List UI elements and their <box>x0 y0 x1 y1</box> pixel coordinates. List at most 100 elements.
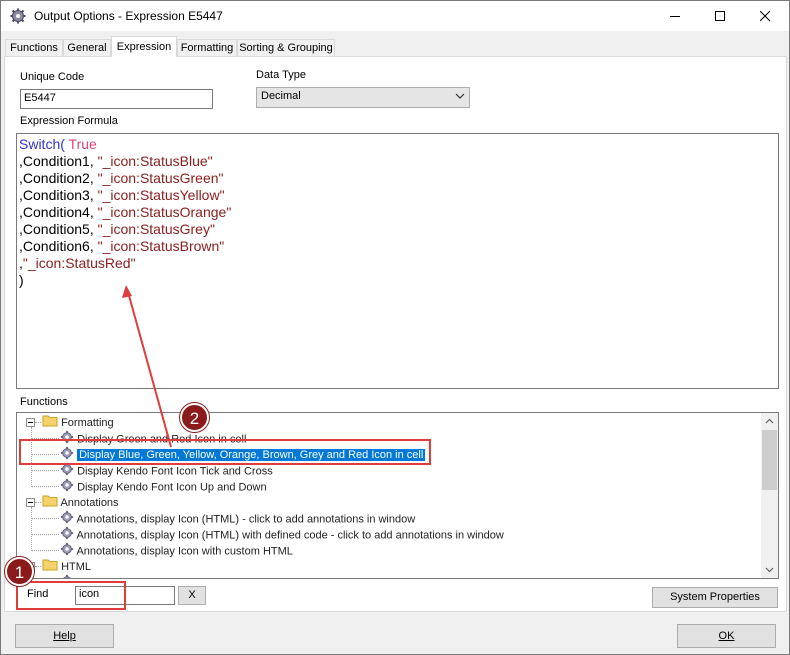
minimize-icon <box>670 16 680 17</box>
scroll-up-icon[interactable] <box>765 417 774 426</box>
formula-line: ,Condition3, "_icon:StatusYellow" <box>19 187 776 204</box>
data-type-label: Data Type <box>256 69 306 81</box>
formula-token: ,Condition2, <box>19 170 98 186</box>
title-bar: Output Options - Expression E5447 <box>1 1 789 31</box>
minimize-button[interactable] <box>653 1 698 31</box>
formula-token: "_icon:StatusRed" <box>22 255 136 271</box>
formula-token: "_icon:StatusGreen" <box>97 170 224 186</box>
close-button[interactable] <box>743 1 788 31</box>
tab-formatting[interactable]: Formatting <box>177 39 237 56</box>
functions-tree[interactable]: Formatting Display Green and Red Icon in… <box>16 412 779 579</box>
window-title: Output Options - Expression E5447 <box>34 9 223 23</box>
formula-lines: Switch( True ,Condition1, "_icon:StatusBl… <box>19 136 776 289</box>
formula-line: ,"_icon:StatusRed" <box>19 255 776 272</box>
output-options-window: Output Options - Expression E5447 Functi… <box>0 0 790 655</box>
formula-token: "_icon:StatusOrange" <box>97 204 232 220</box>
tree-connector <box>35 566 41 567</box>
help-label: Help <box>53 630 76 642</box>
tree-group-formatting[interactable]: Formatting <box>42 414 114 430</box>
formula-token: "_icon:StatusBrown" <box>97 238 225 254</box>
tree-item-label: Annotations, display Icon (HTML) - click… <box>76 513 416 526</box>
tree-item-label: Link to another Report using Image Icon <box>77 577 273 578</box>
collapse-toggle-icon[interactable] <box>26 418 35 427</box>
folder-icon <box>42 414 58 432</box>
tree-connector <box>31 486 59 487</box>
formula-token: Switch( <box>19 136 65 152</box>
tree-group-html[interactable]: HTML <box>42 558 91 574</box>
tree-item[interactable]: Annotations, display Icon with custom HT… <box>60 542 293 558</box>
gear-icon <box>60 574 74 578</box>
tab-strip: Functions General Expression Formatting … <box>1 31 789 57</box>
tree-connector <box>31 534 59 535</box>
scroll-thumb[interactable] <box>762 430 777 490</box>
collapse-toggle-icon[interactable] <box>26 498 35 507</box>
formula-line: ,Condition4, "_icon:StatusOrange" <box>19 204 776 221</box>
formula-token: "_icon:StatusYellow" <box>97 187 225 203</box>
tree-group-label: Annotations <box>60 496 119 509</box>
ok-button[interactable]: OK <box>677 624 776 648</box>
tree-connector <box>31 550 59 551</box>
formula-line: ) <box>19 272 776 289</box>
functions-label: Functions <box>20 396 68 408</box>
tree-item[interactable]: Annotations, display Icon (HTML) - click… <box>60 510 415 526</box>
tree-item-label: Display Kendo Font Icon Tick and Cross <box>77 465 273 478</box>
tree-scrollbar[interactable] <box>761 413 778 578</box>
tree-item-label: Annotations, display Icon with custom HT… <box>76 545 293 558</box>
tree-group-label: HTML <box>61 560 92 573</box>
formula-token: ,Condition4, <box>19 204 98 220</box>
formula-line: ,Condition6, "_icon:StatusBrown" <box>19 238 776 255</box>
formula-line: ,Condition2, "_icon:StatusGreen" <box>19 170 776 187</box>
unique-code-field[interactable]: E5447 <box>20 89 213 109</box>
folder-icon <box>42 494 58 512</box>
ok-label: OK <box>718 630 735 642</box>
data-type-select[interactable]: Decimal <box>256 87 470 108</box>
maximize-icon <box>715 11 725 21</box>
tree-connector <box>35 422 41 423</box>
formula-token: ,Condition5, <box>19 221 98 237</box>
step-badge-1: 1 <box>5 557 34 586</box>
formula-token: "_icon:StatusBlue" <box>97 153 213 169</box>
formula-token: True <box>64 136 97 152</box>
expression-formula-label: Expression Formula <box>20 115 118 127</box>
tree-group-annotations[interactable]: Annotations <box>42 494 119 510</box>
expression-tab-page: Unique Code E5447 Data Type Decimal Expr… <box>4 56 787 612</box>
formula-token: ,Condition1, <box>19 153 98 169</box>
tree-item[interactable]: Display Kendo Font Icon Up and Down <box>60 478 267 494</box>
tree-item[interactable]: Link to another Report using Image Icon <box>60 574 273 578</box>
find-clear-button[interactable]: X <box>178 586 206 605</box>
chevron-down-icon <box>455 93 465 99</box>
formula-line: Switch( True <box>19 136 776 153</box>
tree-item-label: Display Kendo Font Icon Up and Down <box>77 481 267 494</box>
unique-code-label: Unique Code <box>20 71 85 83</box>
tree-connector <box>31 507 32 549</box>
gear-icon <box>10 8 26 24</box>
expression-formula-editor[interactable]: Switch( True ,Condition1, "_icon:StatusBl… <box>16 133 779 389</box>
tree-connector <box>31 470 59 471</box>
tab-functions[interactable]: Functions <box>5 39 63 56</box>
tree-connector <box>35 502 41 503</box>
formula-token: "_icon:StatusGrey" <box>97 221 215 237</box>
tab-general[interactable]: General <box>63 39 111 56</box>
formula-line: ,Condition1, "_icon:StatusBlue" <box>19 153 776 170</box>
tree-item[interactable]: Annotations, display Icon (HTML) with de… <box>60 526 504 542</box>
scroll-down-icon[interactable] <box>765 565 774 574</box>
data-type-value: Decimal <box>261 90 301 102</box>
selected-item-callout <box>19 439 431 465</box>
tree-group-label: Formatting <box>61 416 114 429</box>
tree-item-label: Annotations, display Icon (HTML) with de… <box>76 529 504 542</box>
formula-token: ) <box>19 272 24 288</box>
formula-token: ,Condition6, <box>19 238 98 254</box>
system-properties-button[interactable]: System Properties <box>652 587 778 608</box>
formula-line: ,Condition5, "_icon:StatusGrey" <box>19 221 776 238</box>
find-callout <box>16 581 126 610</box>
bottom-bar: Help OK <box>1 613 789 654</box>
folder-icon <box>42 558 58 576</box>
close-icon <box>760 11 771 22</box>
tab-expression[interactable]: Expression <box>111 36 177 57</box>
step-badge-2: 2 <box>180 403 209 432</box>
tab-sorting-grouping[interactable]: Sorting & Grouping <box>237 39 335 56</box>
formula-token: ,Condition3, <box>19 187 98 203</box>
help-button[interactable]: Help <box>15 624 114 648</box>
maximize-button[interactable] <box>698 1 743 31</box>
tree-connector <box>31 518 59 519</box>
